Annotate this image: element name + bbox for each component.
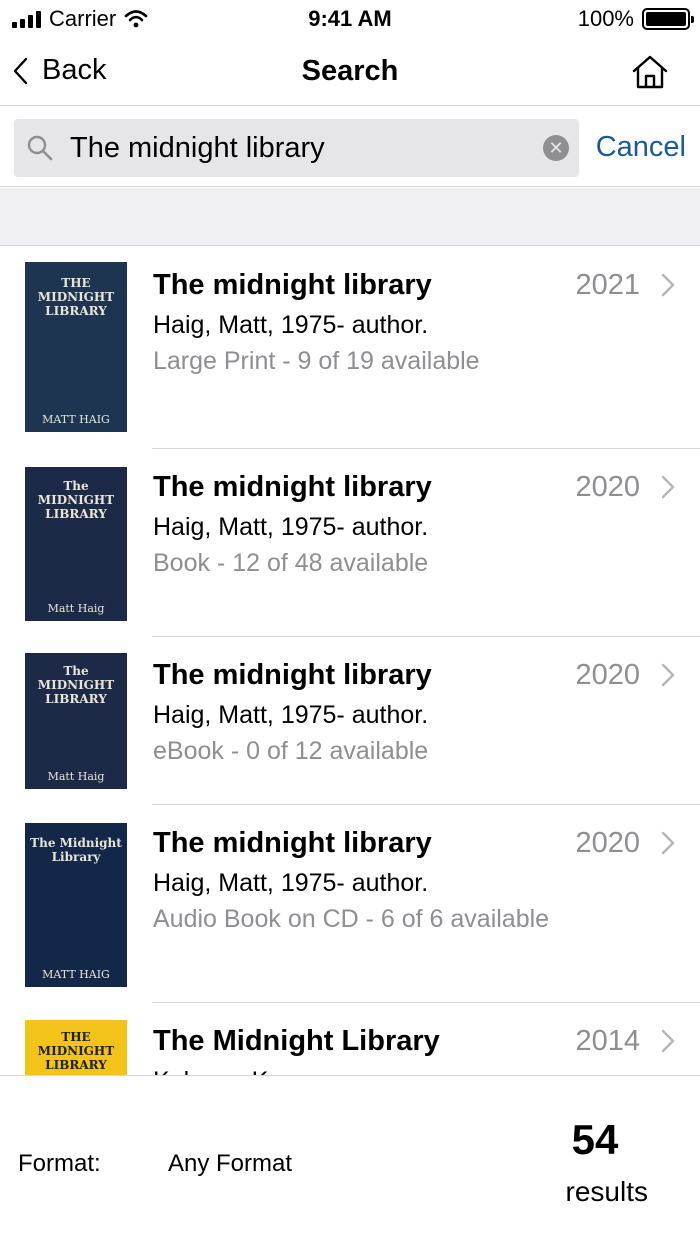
book-cover-image: The MIDNIGHT LIBRARY Matt Haig — [25, 467, 127, 621]
cover-title-text: THE MIDNIGHT LIBRARY — [37, 276, 115, 318]
result-row[interactable]: THE MIDNIGHT LIBRARY MATT HAIG The midnigh… — [0, 247, 700, 449]
home-button[interactable] — [630, 54, 670, 90]
result-availability: Large Print - 9 of 19 available — [153, 347, 480, 375]
cover-title-text: The MIDNIGHT LIBRARY — [37, 664, 115, 706]
result-availability: Book - 12 of 48 available — [153, 549, 429, 577]
status-bar: Carrier 9:41 AM 100% — [0, 0, 700, 40]
home-icon — [632, 55, 668, 89]
cancel-button[interactable]: Cancel — [596, 131, 686, 164]
book-cover-image: The MIDNIGHT LIBRARY Matt Haig — [25, 653, 127, 789]
nav-bar: Back Search — [0, 40, 700, 106]
result-author: Haig, Matt, 1975- author. — [153, 869, 429, 897]
back-label: Back — [42, 54, 107, 86]
result-title: The midnight library — [153, 471, 432, 503]
result-title: The midnight library — [153, 269, 432, 301]
book-cover-image: THE MIDNIGHT LIBRARY — [25, 1020, 127, 1075]
battery-percent: 100% — [577, 6, 634, 31]
search-field[interactable]: ✕ — [14, 119, 579, 177]
results-list[interactable]: THE MIDNIGHT LIBRARY MATT HAIG The midnigh… — [0, 247, 700, 1075]
result-availability: eBook - 0 of 12 available — [153, 737, 429, 765]
status-right: 100% — [577, 6, 694, 32]
chevron-right-icon — [661, 475, 675, 499]
chevron-right-icon — [661, 273, 675, 297]
cover-title-text: THE MIDNIGHT LIBRARY — [37, 1030, 115, 1072]
result-year: 2014 — [575, 1025, 640, 1057]
format-selector[interactable]: Any Format — [168, 1150, 292, 1178]
battery-icon — [642, 8, 694, 30]
result-author: Haig, Matt, 1975- author. — [153, 513, 429, 541]
battery-fill — [646, 12, 686, 26]
book-cover-image: THE MIDNIGHT LIBRARY MATT HAIG — [25, 262, 127, 432]
result-title: The midnight library — [153, 659, 432, 691]
results-count-label: results — [565, 1176, 648, 1207]
result-row[interactable]: The MIDNIGHT LIBRARY Matt Haig The midnigh… — [0, 449, 700, 637]
back-button[interactable]: Back — [12, 54, 106, 87]
chevron-right-icon — [661, 831, 675, 855]
result-title: The midnight library — [153, 827, 432, 859]
result-author: Haig, Matt, 1975- author. — [153, 701, 429, 729]
result-author: Kubasa, K. — [153, 1067, 275, 1075]
search-bar: ✕ Cancel — [0, 107, 700, 187]
result-row[interactable]: THE MIDNIGHT LIBRARY The Midnight Library… — [0, 1003, 700, 1075]
search-input[interactable] — [70, 119, 530, 177]
result-author: Haig, Matt, 1975- author. — [153, 311, 429, 339]
result-year: 2020 — [575, 471, 640, 503]
result-row[interactable]: The Midnight Library MATT HAIG The midnigh… — [0, 805, 700, 1003]
cover-title-text: The MIDNIGHT LIBRARY — [37, 479, 115, 521]
cover-author-text: Matt Haig — [47, 602, 105, 615]
result-year: 2021 — [575, 269, 640, 301]
chevron-left-icon — [13, 57, 28, 84]
results-footer: Format: Any Format 54 results — [0, 1075, 700, 1244]
result-row[interactable]: The MIDNIGHT LIBRARY Matt Haig The midnigh… — [0, 637, 700, 805]
result-availability: Audio Book on CD - 6 of 6 available — [153, 905, 550, 933]
cover-title-text: The Midnight Library — [30, 836, 122, 864]
cover-author-text: MATT HAIG — [42, 968, 110, 981]
cover-author-text: MATT HAIG — [42, 413, 110, 426]
result-title: The Midnight Library — [153, 1025, 440, 1057]
result-year: 2020 — [575, 827, 640, 859]
search-icon — [27, 135, 53, 161]
book-cover-image: The Midnight Library MATT HAIG — [25, 823, 127, 987]
chevron-right-icon — [661, 1029, 675, 1053]
close-icon: ✕ — [548, 138, 564, 158]
result-year: 2020 — [575, 659, 640, 691]
format-label: Format: — [18, 1150, 101, 1177]
chevron-right-icon — [661, 663, 675, 687]
cover-author-text: Matt Haig — [47, 770, 105, 783]
results-count: 54 — [571, 1116, 619, 1163]
clear-search-button[interactable]: ✕ — [543, 135, 569, 161]
section-spacer — [0, 188, 700, 246]
